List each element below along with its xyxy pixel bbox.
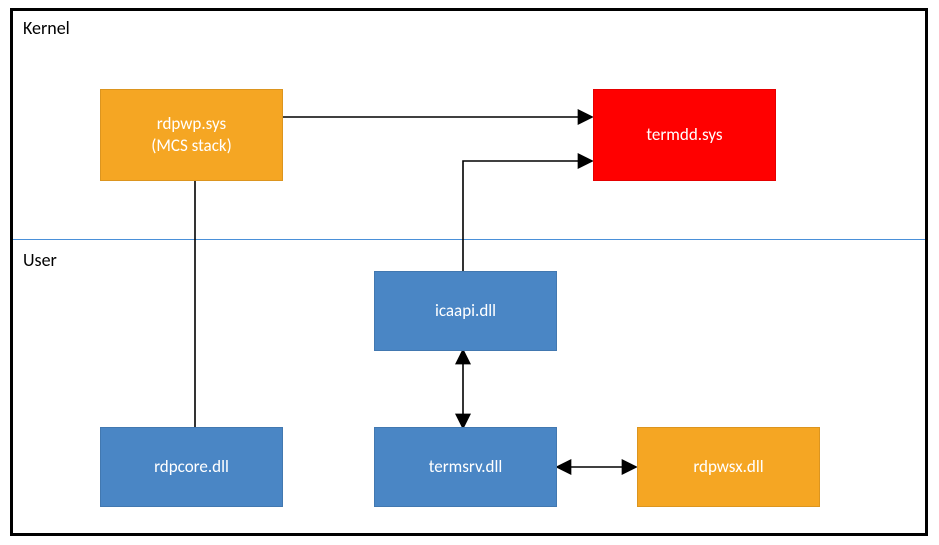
node-termdd: termdd.sys [593,89,776,181]
diagram-frame: Kernel User rdpwp.sys(MCS stack) [10,8,928,536]
node-rdpwsx: rdpwsx.dll [637,427,820,507]
edge-icaapi-termdd [463,161,591,271]
kernel-section-label: Kernel [23,17,70,39]
node-termdd-label: termdd.sys [646,124,722,146]
node-rdpwp-label: rdpwp.sys(MCS stack) [151,113,232,157]
diagram-canvas: Kernel User rdpwp.sys(MCS stack) [0,0,939,545]
user-section-label: User [23,249,57,271]
node-rdpcore-label: rdpcore.dll [154,456,229,478]
node-icaapi: icaapi.dll [374,271,557,351]
kernel-user-divider [13,239,925,240]
node-rdpwp: rdpwp.sys(MCS stack) [100,89,283,181]
node-termsrv-label: termsrv.dll [429,456,503,478]
node-termsrv: termsrv.dll [374,427,557,507]
node-rdpcore: rdpcore.dll [100,427,283,507]
node-rdpwsx-label: rdpwsx.dll [693,456,763,478]
node-icaapi-label: icaapi.dll [435,300,496,322]
